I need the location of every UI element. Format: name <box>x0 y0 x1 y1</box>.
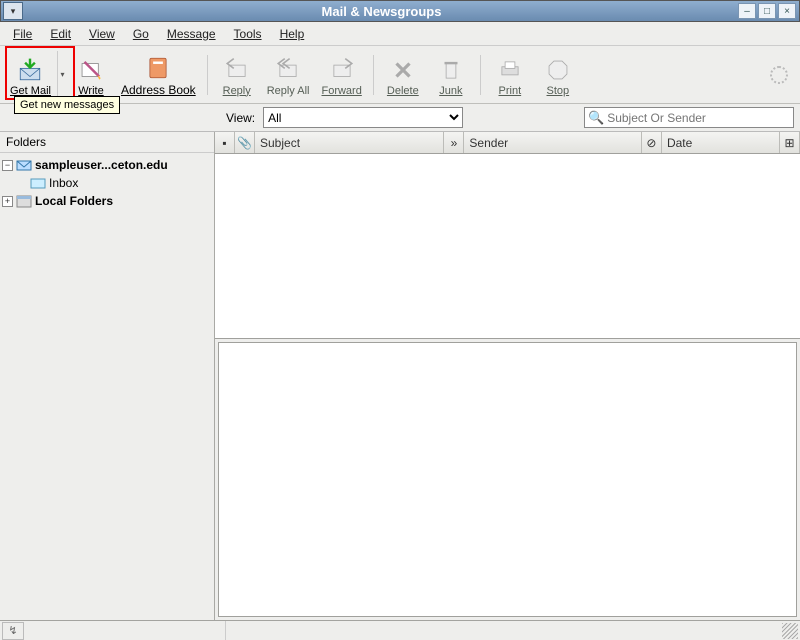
maximize-button[interactable]: □ <box>758 3 776 19</box>
menu-go[interactable]: Go <box>124 24 158 44</box>
tree-inbox[interactable]: Inbox <box>2 174 212 192</box>
delete-button[interactable]: Delete <box>379 49 427 101</box>
minimize-button[interactable]: – <box>738 3 756 19</box>
sender-column[interactable]: Sender <box>464 132 642 153</box>
close-button[interactable]: × <box>778 3 796 19</box>
offline-button[interactable]: ↯ <box>2 622 24 640</box>
menu-message[interactable]: Message <box>158 24 225 44</box>
toolbar: Get Mail ▾ Get new messages Write Addres… <box>0 46 800 104</box>
folder-tree: − sampleuser...ceton.edu Inbox + Local F… <box>0 153 214 213</box>
thread-column[interactable]: ▪ <box>215 132 235 153</box>
folder-sidebar: Folders − sampleuser...ceton.edu Inbox +… <box>0 132 215 620</box>
menu-file[interactable]: File <box>4 24 41 44</box>
read-column[interactable]: » <box>444 132 464 153</box>
tooltip: Get new messages <box>14 96 120 114</box>
menu-help[interactable]: Help <box>271 24 314 44</box>
content-area: ▪ 📎 Subject » Sender ⊘ Date ⊞ <box>215 132 800 620</box>
write-button[interactable]: Write <box>67 49 115 101</box>
tree-local-folders[interactable]: + Local Folders <box>2 192 212 210</box>
collapse-icon[interactable]: − <box>2 160 13 171</box>
date-column[interactable]: Date <box>662 132 780 153</box>
stop-button[interactable]: Stop <box>534 49 582 101</box>
toolbar-separator <box>480 55 481 95</box>
write-icon <box>77 57 105 83</box>
reply-button[interactable]: Reply <box>213 49 261 101</box>
attachment-icon: 📎 <box>237 136 252 150</box>
sidebar-header: Folders <box>0 132 214 153</box>
toolbar-separator <box>373 55 374 95</box>
get-mail-icon <box>16 57 44 83</box>
stop-icon <box>544 57 572 83</box>
reply-icon <box>223 57 251 83</box>
resize-grip[interactable] <box>782 623 798 639</box>
column-picker[interactable]: ⊞ <box>780 132 800 153</box>
reply-all-icon <box>274 57 302 83</box>
print-icon <box>496 57 524 83</box>
tree-account[interactable]: − sampleuser...ceton.edu <box>2 156 212 174</box>
expand-icon[interactable]: + <box>2 196 13 207</box>
view-select[interactable]: All <box>263 107 463 128</box>
delete-icon <box>389 57 417 83</box>
search-icon: 🔍 <box>588 110 604 126</box>
search-input[interactable] <box>607 111 790 125</box>
forward-icon <box>328 57 356 83</box>
junk-icon <box>437 57 465 83</box>
toolbar-separator <box>207 55 208 95</box>
forward-button[interactable]: Forward <box>315 49 367 101</box>
message-list[interactable] <box>215 154 800 339</box>
title-bar: ▾ Mail & Newsgroups – □ × <box>0 0 800 22</box>
attachment-column[interactable]: 📎 <box>235 132 255 153</box>
junk-column[interactable]: ⊘ <box>642 132 662 153</box>
mail-account-icon <box>16 158 32 172</box>
system-menu-button[interactable]: ▾ <box>3 2 23 20</box>
view-label: View: <box>226 111 255 125</box>
get-mail-button[interactable]: Get Mail <box>4 49 57 101</box>
print-button[interactable]: Print <box>486 49 534 101</box>
subject-column[interactable]: Subject <box>255 132 444 153</box>
search-box[interactable]: 🔍 <box>584 107 794 128</box>
status-bar: ↯ <box>0 620 800 640</box>
menu-bar: File Edit View Go Message Tools Help <box>0 22 800 46</box>
address-book-button[interactable]: Address Book <box>115 49 202 101</box>
activity-indicator <box>770 66 788 84</box>
junk-button[interactable]: Junk <box>427 49 475 101</box>
local-folders-icon <box>16 194 32 208</box>
window-title: Mail & Newsgroups <box>25 4 738 19</box>
menu-edit[interactable]: Edit <box>41 24 80 44</box>
preview-pane <box>218 342 797 617</box>
menu-tools[interactable]: Tools <box>225 24 271 44</box>
get-mail-dropdown[interactable]: ▾ <box>57 51 67 99</box>
reply-all-button[interactable]: Reply All <box>261 49 316 101</box>
inbox-icon <box>30 176 46 190</box>
menu-view[interactable]: View <box>80 24 124 44</box>
address-book-icon <box>144 55 172 81</box>
column-headers: ▪ 📎 Subject » Sender ⊘ Date ⊞ <box>215 132 800 154</box>
